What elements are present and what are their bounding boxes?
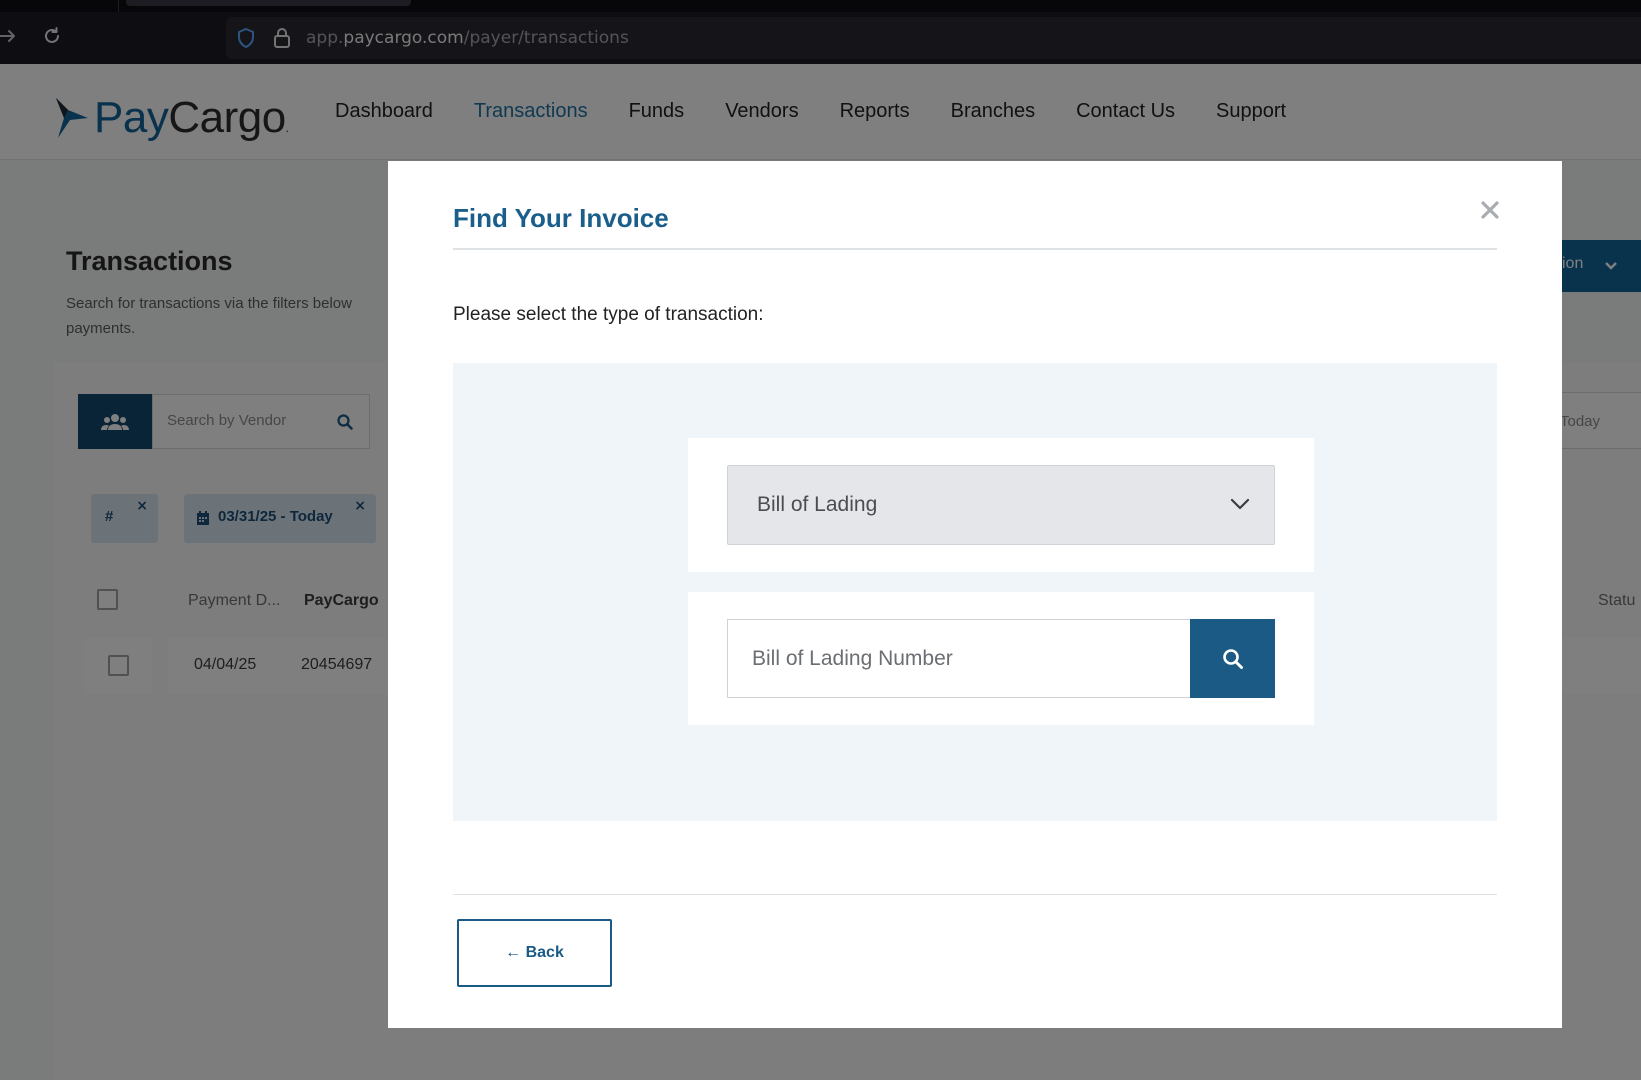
modal-form-area: Bill of Lading [453, 363, 1497, 821]
back-button-label: ← Back [505, 944, 564, 961]
modal-header-divider [453, 248, 1497, 250]
chevron-down-icon [1230, 496, 1250, 515]
bill-of-lading-number-input[interactable] [727, 619, 1190, 698]
reference-number-card [688, 592, 1314, 725]
modal-footer-divider [453, 894, 1497, 895]
modal-title: Find Your Invoice [453, 203, 669, 233]
transaction-type-prompt: Please select the type of transaction: [453, 304, 764, 325]
transaction-type-card: Bill of Lading [688, 438, 1314, 572]
find-invoice-modal: Find Your Invoice Please select the type… [388, 161, 1562, 1028]
close-icon[interactable] [1475, 195, 1505, 225]
transaction-type-selected: Bill of Lading [757, 493, 878, 516]
transaction-type-select[interactable]: Bill of Lading [727, 465, 1275, 545]
search-icon [1222, 648, 1243, 669]
back-button[interactable]: ← Back [457, 919, 612, 987]
invoice-search-button[interactable] [1190, 619, 1275, 698]
